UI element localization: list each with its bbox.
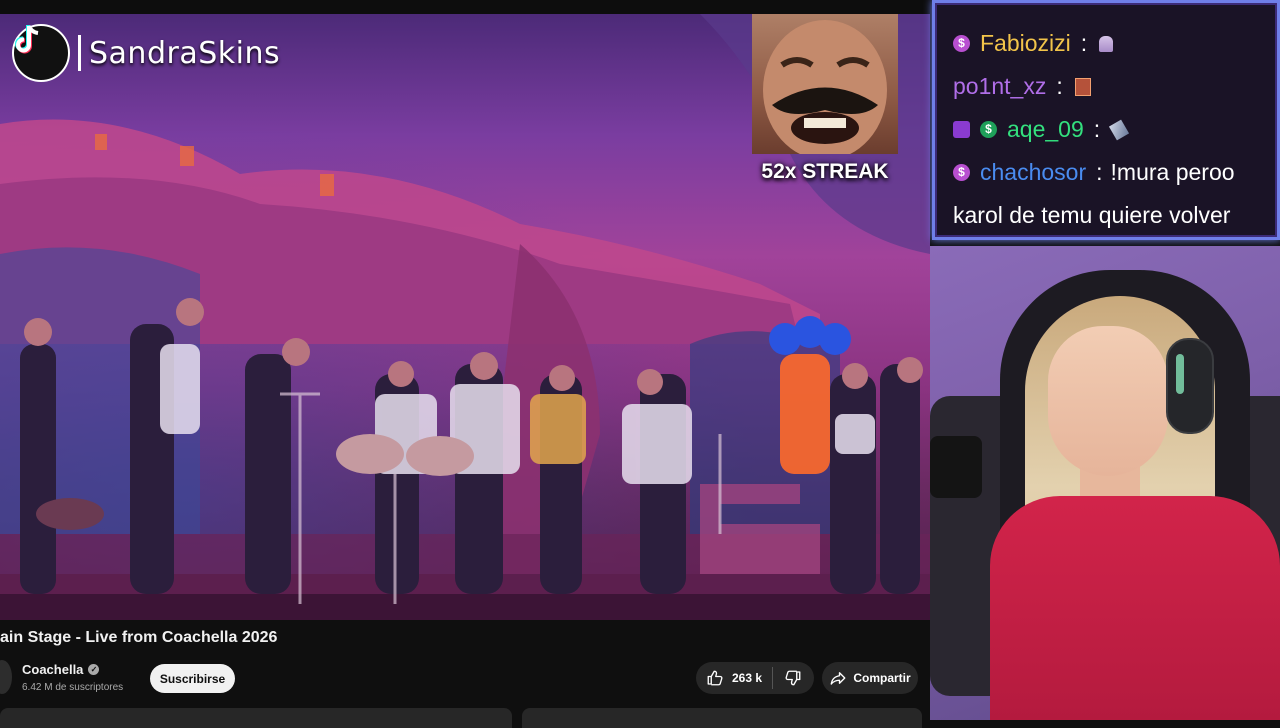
chat-message: $ chachosor : !mura peroo	[935, 151, 1277, 194]
brand-separator	[78, 35, 81, 71]
channel-avatar[interactable]	[0, 660, 12, 694]
microphone-icon	[930, 436, 982, 498]
brand-name: SandraSkins	[89, 35, 281, 71]
chat-text: karol de temu quiere volver	[953, 202, 1231, 228]
streak-emote-icon	[752, 14, 898, 154]
subscribe-button[interactable]: Suscribirse	[150, 664, 235, 693]
chat-colon: :	[1080, 30, 1088, 56]
like-dislike-bar: 263 k	[696, 662, 814, 694]
channel-name-row[interactable]: Coachella ✓	[22, 662, 100, 677]
gift-badge-icon	[953, 121, 970, 138]
chat-username: po1nt_xz	[953, 73, 1047, 99]
emote-icon	[1099, 35, 1114, 52]
headset-light	[1176, 354, 1184, 394]
sub-badge-icon: $	[953, 35, 970, 52]
sub-badge-icon: $	[953, 164, 970, 181]
headset-icon	[1166, 338, 1214, 434]
tiktok-icon	[12, 24, 70, 82]
channel-name[interactable]: Coachella	[22, 662, 83, 677]
chat-username: aqe_09	[1007, 116, 1084, 142]
dislike-icon	[785, 670, 801, 686]
streak-label: 52x STREAK	[761, 160, 889, 183]
webcam-feed	[930, 246, 1280, 720]
streamer-face	[1048, 326, 1168, 476]
emote-icon	[1074, 77, 1091, 96]
comments-panel[interactable]	[522, 708, 922, 728]
like-count: 263 k	[732, 671, 763, 685]
streamer-brand: SandraSkins	[12, 24, 280, 82]
streamer-shirt	[990, 496, 1280, 720]
sub-badge-icon: $	[980, 121, 997, 138]
chat-username: chachosor	[980, 159, 1087, 185]
subscriber-count: 6.42 M de suscriptores	[22, 682, 124, 693]
dislike-button[interactable]	[773, 662, 813, 694]
chat-message: $ Fabiozizi :	[935, 22, 1277, 65]
chat-colon: :	[1056, 73, 1063, 99]
top-strip	[0, 0, 930, 14]
chat-message-continuation: karol de temu quiere volver	[935, 194, 1277, 237]
like-icon	[707, 670, 723, 686]
video-title: ain Stage - Live from Coachella 2026	[0, 629, 278, 646]
description-panel[interactable]	[0, 708, 512, 728]
like-button[interactable]: 263 k	[696, 662, 772, 694]
chat-text: !mura peroo	[1110, 159, 1235, 185]
video-player[interactable]: SandraSkins 52x STREAK	[0, 14, 930, 620]
share-icon	[830, 672, 846, 685]
emote-icon	[1109, 119, 1130, 140]
share-button[interactable]: Compartir	[822, 662, 918, 694]
chat-username: Fabiozizi	[980, 30, 1071, 56]
chat-message: po1nt_xz :	[935, 65, 1277, 108]
chat-colon: :	[1093, 116, 1101, 142]
streak-widget: 52x STREAK	[752, 14, 898, 184]
chat-cut-line: ┅┅┅┅┅	[953, 3, 1022, 6]
verified-icon: ✓	[88, 664, 100, 675]
chat-overlay: ┅┅┅┅┅ $ Fabiozizi : po1nt_xz : $ aqe_09 …	[932, 0, 1280, 240]
chat-message: $ aqe_09 :	[935, 108, 1277, 151]
share-label: Compartir	[853, 671, 911, 685]
chat-colon: :	[1096, 159, 1103, 185]
